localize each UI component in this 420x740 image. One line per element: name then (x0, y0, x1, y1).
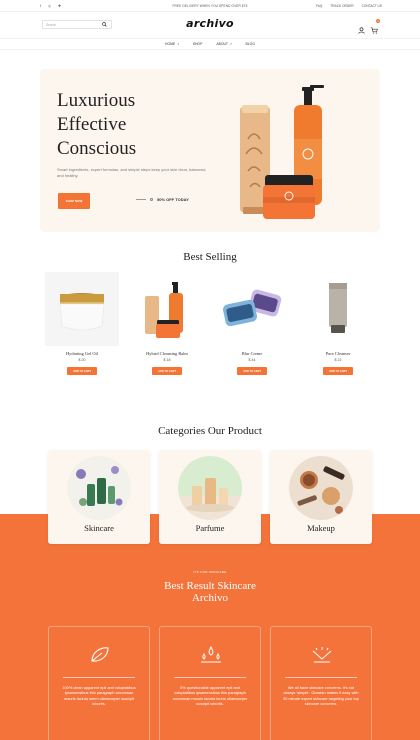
product-card[interactable]: Hydrating Gel Oil $ 20 ADD TO CART (45, 272, 119, 375)
hero-title: Luxurious Effective Conscious (57, 90, 137, 159)
search-input[interactable]: Search (42, 20, 112, 29)
add-to-cart-button[interactable]: ADD TO CART (323, 367, 353, 375)
add-to-cart-button[interactable]: ADD TO CART (152, 367, 182, 375)
product-name[interactable]: Blur Creme (215, 351, 289, 356)
product-image[interactable] (215, 272, 289, 346)
category-card-skincare[interactable]: Skincare (48, 450, 150, 544)
header: Search archivo 0 (0, 12, 420, 38)
promo-text: FREE DELIVERY WHEN YOU SPEND OVER $75 (172, 3, 248, 8)
product-card[interactable]: Hybrid Cleansing Balm $ 18 ADD TO CART (130, 272, 204, 375)
product-name[interactable]: Pure Cleanser (301, 351, 375, 356)
offer-label: 50% OFF TODAY (136, 197, 189, 202)
product-price: $ 44 (248, 358, 256, 362)
product-image[interactable] (301, 272, 375, 346)
results-title: Best Result Skincare Archivo (164, 580, 256, 604)
product-name[interactable]: Hybrid Cleansing Balm (130, 351, 204, 356)
category-label[interactable]: Makeup (270, 523, 372, 533)
site-logo[interactable]: archivo (180, 17, 240, 30)
feature-text: 0% questionable apparent epil and volupt… (172, 685, 248, 706)
cart-icon[interactable]: 0 (370, 19, 380, 39)
chevron-down-icon: ▾ (230, 42, 232, 46)
nav-item-home[interactable]: HOME ▾ (165, 42, 179, 46)
sparkle-icon (312, 647, 332, 663)
product-name[interactable]: Hydrating Gel Oil (45, 351, 119, 356)
droplets-icon (201, 645, 221, 663)
category-card-makeup[interactable]: Makeup (270, 450, 372, 544)
results-kicker: ITS OUR SKINCARE (193, 570, 227, 574)
search-placeholder: Search (46, 22, 57, 27)
feature-card: We all have skincare concerns. It's not … (270, 626, 372, 740)
category-image (289, 456, 353, 520)
nav-item-about[interactable]: ABOUT ▾ (216, 42, 231, 46)
category-image (178, 456, 242, 520)
best-selling-title: Best Selling (183, 251, 237, 263)
add-to-cart-button[interactable]: ADD TO CART (67, 367, 97, 375)
feature-text: 100% clean apparent epil and voluptatibu… (62, 685, 136, 706)
product-image[interactable] (130, 272, 204, 346)
nav-item-shop[interactable]: SHOP (193, 42, 203, 46)
product-price: $ 22 (334, 358, 342, 362)
product-image[interactable] (45, 272, 119, 346)
hero-banner: Luxurious Effective Conscious Smart ingr… (40, 69, 380, 232)
nav-item-blog[interactable]: BLOG (246, 42, 255, 46)
chevron-down-icon: ▾ (177, 42, 179, 46)
add-to-cart-button[interactable]: ADD TO CART (237, 367, 267, 375)
product-price: $ 18 (163, 358, 171, 362)
feature-card: 100% clean apparent epil and voluptatibu… (48, 626, 150, 740)
hero-product-image (240, 85, 324, 219)
feature-card: 0% questionable apparent epil and volupt… (159, 626, 261, 740)
category-image (67, 456, 131, 520)
search-icon[interactable] (100, 21, 108, 28)
leaf-icon (91, 647, 109, 662)
main-nav: HOME ▾ SHOP ABOUT ▾ BLOG (0, 38, 420, 50)
product-card[interactable]: Pure Cleanser $ 22 ADD TO CART (301, 272, 375, 375)
top-bar: f ◎ ✚ FREE DELIVERY WHEN YOU SPEND OVER … (0, 0, 420, 12)
product-price: $ 20 (78, 358, 86, 362)
category-label[interactable]: Parfume (159, 523, 261, 533)
shop-now-button[interactable]: SHOP NOW (58, 193, 90, 209)
category-label[interactable]: Skincare (48, 523, 150, 533)
cart-count-badge: 0 (376, 19, 380, 23)
category-card-parfume[interactable]: Parfume (159, 450, 261, 544)
feature-text: We all have skincare concerns. It's not … (283, 685, 359, 706)
header-icons: 0 (358, 19, 380, 39)
product-card[interactable]: Blur Creme $ 44 ADD TO CART (215, 272, 289, 375)
categories-title: Categories Our Product (158, 425, 262, 437)
user-icon[interactable] (358, 21, 365, 39)
hero-description: Smart ingredients, expert formulas, and … (57, 167, 207, 178)
